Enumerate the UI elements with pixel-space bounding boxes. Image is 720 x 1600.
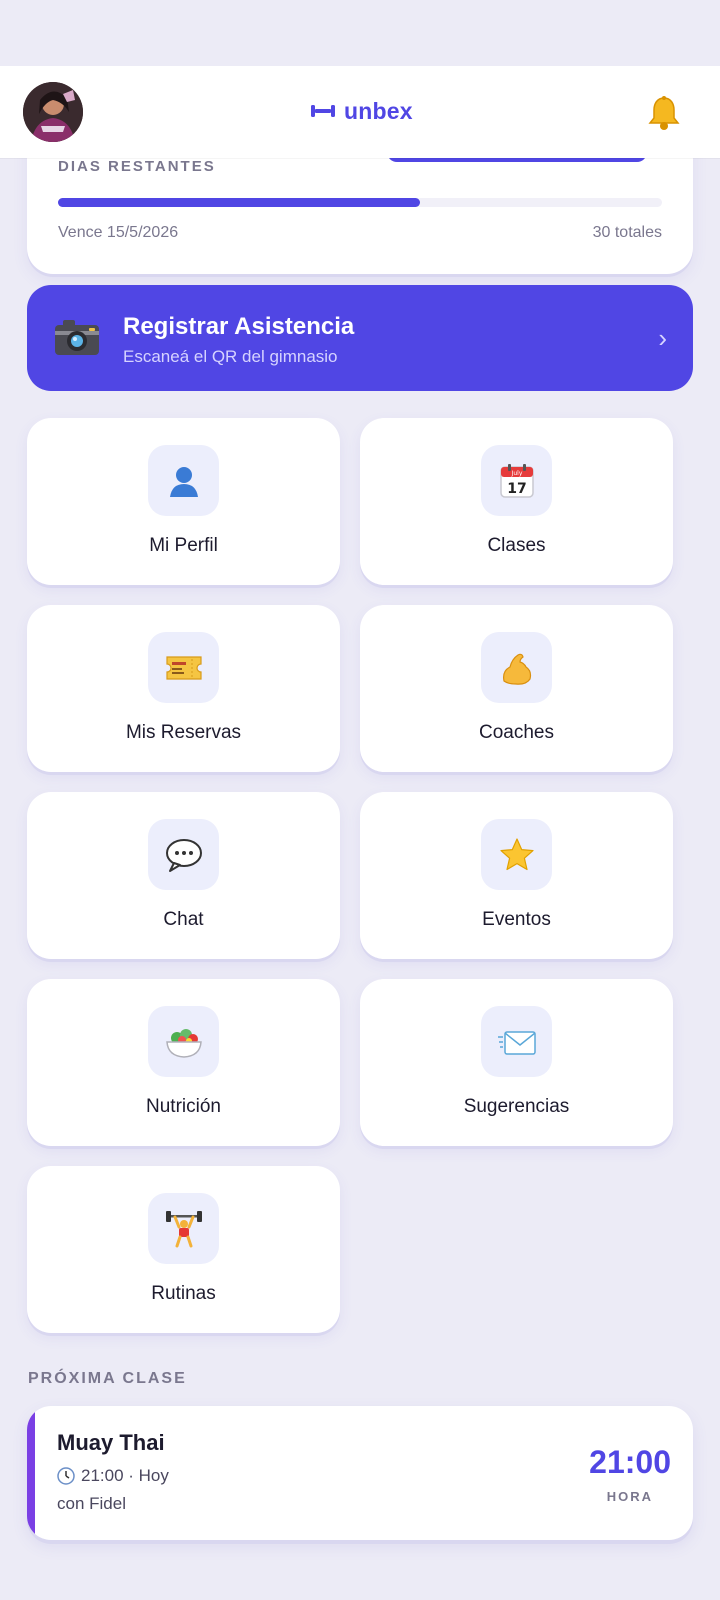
salad-icon	[148, 1006, 219, 1077]
calendar-icon: July 17	[481, 445, 552, 516]
menu-tile-label: Rutinas	[151, 1283, 216, 1304]
speech-bubble-icon	[148, 819, 219, 890]
total-days: 30 totales	[592, 224, 662, 241]
membership-progress-track	[58, 198, 662, 207]
menu-tile-label: Mis Reservas	[125, 722, 242, 743]
menu-tile-mis-reservas[interactable]: Mis Reservas	[27, 605, 340, 772]
menu-tile-eventos[interactable]: Eventos	[360, 792, 673, 959]
menu-tile-clases[interactable]: July 17 Clases	[360, 418, 673, 585]
menu-grid: Mi Perfil July 17 Clases Mis Reservas Co…	[27, 418, 693, 1333]
menu-tile-label: Mi Perfil	[149, 535, 218, 556]
class-coach: con Fidel	[57, 1494, 126, 1513]
next-class-card[interactable]: Muay Thai 21:00 · Hoy con Fidel 21:00 HO…	[27, 1406, 693, 1540]
menu-tile-rutinas[interactable]: Rutinas	[27, 1166, 340, 1333]
svg-text:July: July	[510, 470, 522, 477]
svg-text:17: 17	[507, 481, 526, 497]
register-attendance-button[interactable]: Registrar Asistencia Escaneá el QR del g…	[27, 285, 693, 391]
menu-tile-coaches[interactable]: Coaches	[360, 605, 673, 772]
star-icon	[481, 819, 552, 890]
membership-progress-fill	[58, 198, 421, 207]
menu-tile-label: Chat	[163, 909, 204, 930]
class-name: Muay Thai	[57, 1430, 165, 1455]
menu-tile-label: Sugerencias	[463, 1096, 570, 1117]
clock-icon	[57, 1467, 75, 1485]
chevron-right-icon: ›	[658, 323, 667, 353]
time-caption: HORA	[606, 1489, 653, 1504]
user-icon	[148, 445, 219, 516]
next-class-accent	[27, 1406, 35, 1540]
dumbbell-icon	[311, 105, 335, 117]
menu-tile-chat[interactable]: Chat	[27, 792, 340, 959]
top-app-bar: unbex	[0, 66, 720, 158]
bell-icon[interactable]	[645, 94, 683, 132]
expiry-date: Vence 15/5/2026	[58, 224, 179, 241]
brand-name: unbex	[344, 97, 413, 124]
ticket-icon	[148, 632, 219, 703]
menu-tile-mi-perfil[interactable]: Mi Perfil	[27, 418, 340, 585]
status-bar-space	[0, 0, 720, 66]
camera-icon	[53, 315, 101, 359]
class-time-large: 21:00	[589, 1444, 671, 1480]
class-time-line: 21:00 · Hoy	[57, 1466, 169, 1486]
menu-tile-label: Coaches	[479, 722, 554, 743]
flexed-biceps-icon	[481, 632, 552, 703]
menu-tile-label: Eventos	[482, 909, 551, 930]
menu-tile-nutricion[interactable]: Nutrición	[27, 979, 340, 1146]
avatar[interactable]	[23, 82, 83, 142]
attendance-subtitle: Escaneá el QR del gimnasio	[123, 347, 338, 366]
menu-tile-label: Clases	[487, 535, 546, 556]
weightlifter-icon	[148, 1193, 219, 1264]
brand-logo: unbex	[310, 96, 413, 126]
menu-tile-label: Nutrición	[146, 1096, 221, 1117]
menu-tile-sugerencias[interactable]: Sugerencias	[360, 979, 673, 1146]
envelope-icon	[481, 1006, 552, 1077]
attendance-title: Registrar Asistencia	[123, 313, 355, 340]
next-class-section-label: PRÓXIMA CLASE	[28, 1370, 187, 1387]
class-time-text: 21:00 · Hoy	[81, 1466, 169, 1485]
days-remaining-label: DIAS RESTANTES	[58, 158, 216, 175]
